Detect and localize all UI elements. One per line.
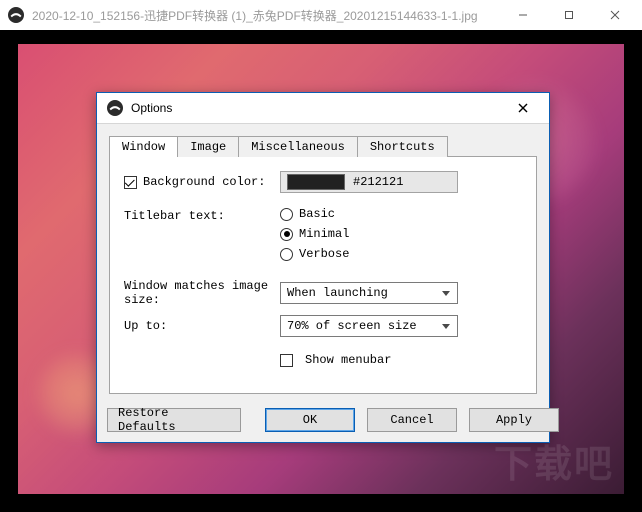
tab-image[interactable]: Image (177, 136, 239, 157)
window-controls (500, 0, 638, 30)
maximize-button[interactable] (546, 0, 592, 30)
titlebar-verbose-radio[interactable] (280, 248, 293, 261)
button-label: Cancel (390, 413, 433, 427)
app-window: 2020-12-10_152156-迅捷PDF转换器 (1)_赤兔PDF转换器_… (0, 0, 642, 512)
tab-strip: Window Image Miscellaneous Shortcuts (109, 134, 537, 156)
button-label: Apply (496, 413, 532, 427)
options-dialog: Options Window Image Miscellaneous Short… (96, 92, 550, 443)
titlebar-basic-radio[interactable] (280, 208, 293, 221)
tab-label: Miscellaneous (251, 140, 345, 154)
up-to-value: 70% of screen size (287, 319, 417, 333)
tab-label: Shortcuts (370, 140, 435, 154)
show-menubar-checkbox[interactable] (280, 354, 293, 367)
button-label: Restore Defaults (118, 406, 230, 434)
apply-button[interactable]: Apply (469, 408, 559, 432)
minimize-button[interactable] (500, 0, 546, 30)
window-title: 2020-12-10_152156-迅捷PDF转换器 (1)_赤兔PDF转换器_… (32, 7, 500, 24)
dialog-title: Options (131, 101, 172, 115)
window-match-label: Window matches image size: (124, 279, 280, 307)
button-label: OK (303, 413, 317, 427)
tab-panel-window: Background color: #212121 Titlebar te (109, 156, 537, 394)
up-to-dropdown[interactable]: 70% of screen size (280, 315, 458, 337)
titlebar-verbose-label: Verbose (299, 247, 349, 261)
window-match-dropdown[interactable]: When launching (280, 282, 458, 304)
titlebar-text-label: Titlebar text: (124, 209, 225, 223)
dialog-close-button[interactable] (503, 95, 543, 121)
dialog-button-bar: Restore Defaults OK Cancel Apply (97, 400, 549, 442)
tab-window[interactable]: Window (109, 136, 178, 157)
tab-label: Window (122, 140, 165, 154)
titlebar-minimal-radio[interactable] (280, 228, 293, 241)
image-viewport: 下载吧 Options Window Image Miscellaneous S… (0, 30, 642, 512)
window-match-value: When launching (287, 286, 388, 300)
color-swatch (287, 174, 345, 190)
background-color-value: #212121 (353, 175, 403, 189)
ok-button[interactable]: OK (265, 408, 355, 432)
background-color-picker[interactable]: #212121 (280, 171, 458, 193)
close-button[interactable] (592, 0, 638, 30)
tab-miscellaneous[interactable]: Miscellaneous (238, 136, 358, 157)
main-titlebar: 2020-12-10_152156-迅捷PDF转换器 (1)_赤兔PDF转换器_… (0, 0, 642, 31)
tab-shortcuts[interactable]: Shortcuts (357, 136, 448, 157)
cancel-button[interactable]: Cancel (367, 408, 457, 432)
chevron-down-icon (439, 319, 453, 333)
titlebar-basic-label: Basic (299, 207, 335, 221)
titlebar-minimal-label: Minimal (299, 227, 349, 241)
background-color-checkbox[interactable] (124, 176, 137, 189)
tab-label: Image (190, 140, 226, 154)
show-menubar-label: Show menubar (305, 353, 391, 367)
dialog-titlebar[interactable]: Options (97, 93, 549, 124)
chevron-down-icon (439, 286, 453, 300)
dialog-app-icon (107, 100, 123, 116)
dialog-body: Window Image Miscellaneous Shortcuts Bac… (97, 124, 549, 400)
background-color-label: Background color: (143, 175, 265, 189)
restore-defaults-button[interactable]: Restore Defaults (107, 408, 241, 432)
app-icon (8, 7, 24, 23)
up-to-label: Up to: (124, 319, 167, 333)
